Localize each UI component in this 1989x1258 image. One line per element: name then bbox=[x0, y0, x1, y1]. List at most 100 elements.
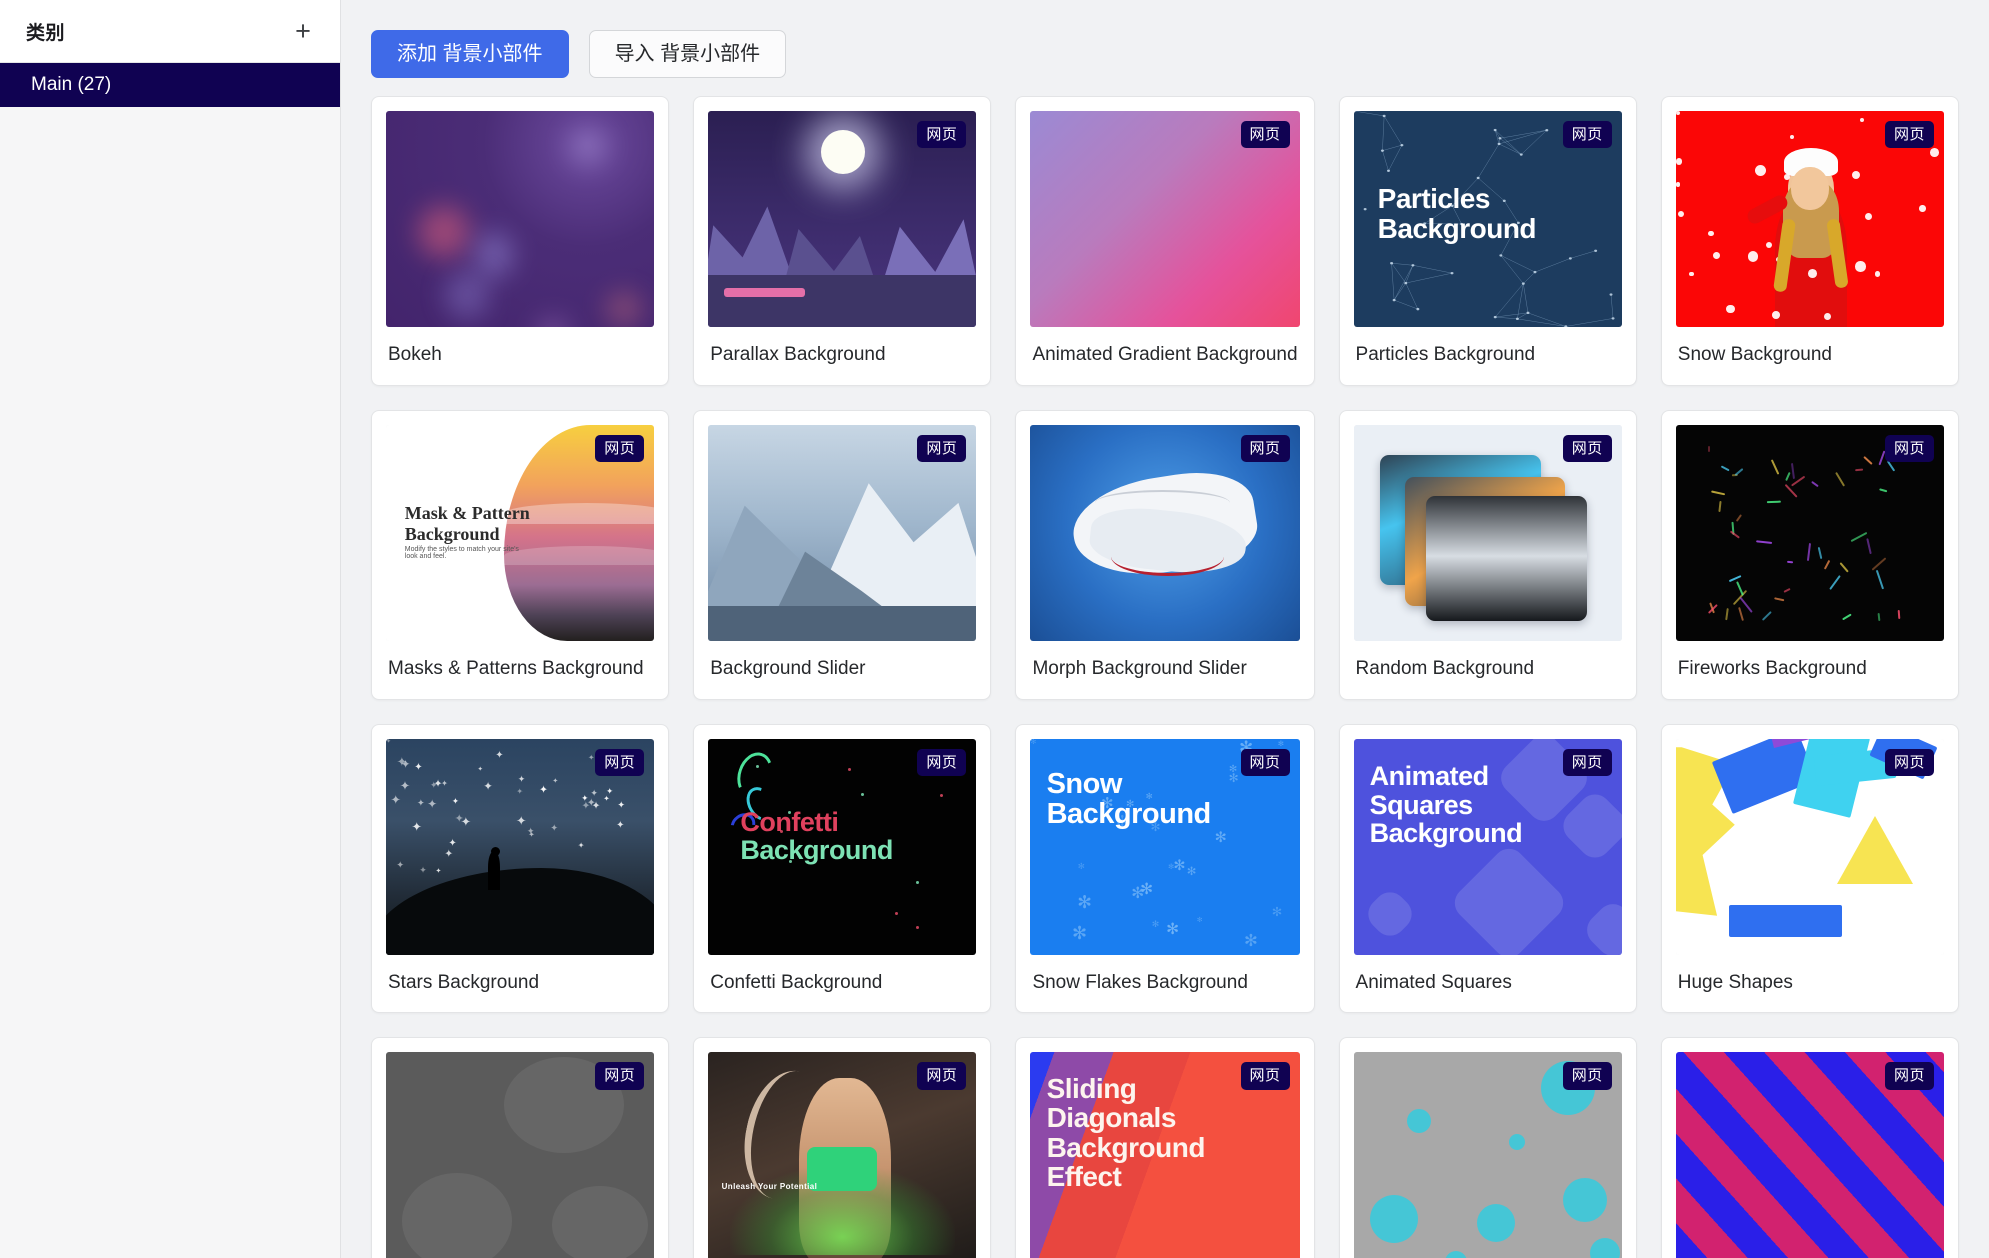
widget-thumbnail: 网页 bbox=[1675, 424, 1944, 641]
widget-card-label: Particles Background bbox=[1355, 344, 1536, 365]
toolbar: 添加 背景小部件 导入 背景小部件 bbox=[341, 0, 1989, 96]
web-page-badge: 网页 bbox=[917, 121, 967, 149]
widget-card[interactable]: SlidingDiagonalsBackgroundEffect网页Slidin… bbox=[1015, 1037, 1315, 1258]
web-page-badge: 网页 bbox=[1240, 434, 1290, 463]
web-page-badge: 网页 bbox=[1562, 121, 1612, 149]
web-page-badge: 网页 bbox=[595, 1062, 645, 1090]
widget-card-label: Animated Squares bbox=[1355, 971, 1512, 993]
widget-thumbnail: 网页 bbox=[1030, 424, 1300, 641]
category-sidebar: 类别 + Main (27) bbox=[0, 0, 341, 1258]
thumbnail-headline-line: Background bbox=[740, 835, 893, 866]
widget-thumbnail: 网页 bbox=[1675, 738, 1944, 955]
widget-card-label: Parallax Background bbox=[710, 344, 886, 365]
widget-thumbnail: 网页 bbox=[1675, 111, 1944, 327]
thumbnail-headline-line: Background bbox=[1369, 818, 1523, 849]
widget-card[interactable]: 网页Moving Stripes bbox=[1660, 1037, 1959, 1258]
widget-card-label: Masks & Patterns Background bbox=[388, 657, 644, 679]
thumbnail-headline: Sliding Diagonals Background Effect bbox=[1046, 1074, 1206, 1193]
widget-card[interactable]: Unleash Your Potential网页Smoke Background… bbox=[693, 1037, 992, 1258]
thumbnail-headline-line: Squares bbox=[1369, 789, 1474, 820]
widget-card-label: Fireworks Background bbox=[1677, 657, 1867, 679]
web-page-badge: 网页 bbox=[917, 1062, 967, 1090]
widget-thumbnail: 网页 bbox=[708, 424, 977, 641]
web-page-badge: 网页 bbox=[1240, 121, 1290, 149]
widget-thumbnail: ✦ ✦ ✦ ✦ ✦ ✦ ✦ ✦ ✦ ✦ ✦ ✦ ✦ ✦ ✦ ✦ ✦ ✦ ✦ ✦ ✦ ✦ ✦ ✦ ✦ ✦ ✦ ✦ ✦ ✦ ✦ ✦ ✦ ✦ ✦ ✦ ✦ ✦ ✦ ✦… bbox=[386, 738, 655, 955]
widget-thumbnail: 网页 bbox=[1353, 1052, 1622, 1258]
widget-card[interactable]: 网页Bubble Float bbox=[1338, 1037, 1637, 1258]
widget-card[interactable]: Bokeh bbox=[371, 96, 670, 386]
sidebar-header: 类别 + bbox=[0, 0, 340, 63]
widget-thumbnail: 网页 bbox=[386, 1052, 655, 1258]
widget-card[interactable]: 网页 Huge Shapes bbox=[1660, 723, 1959, 1014]
thumbnail-headline-line: Effect bbox=[1046, 1161, 1122, 1193]
widget-card[interactable]: 网页 Background Slider bbox=[693, 409, 992, 700]
web-page-badge: 网页 bbox=[1562, 748, 1612, 776]
widget-card[interactable]: 网页 Fireworks Background bbox=[1660, 409, 1959, 700]
widget-card-label: Snow Flakes Background bbox=[1032, 971, 1248, 993]
widget-thumbnail bbox=[386, 111, 655, 327]
add-widget-button[interactable]: 添加 背景小部件 bbox=[371, 30, 569, 78]
sidebar-item-label: Main (27) bbox=[31, 74, 112, 95]
main-panel: 添加 背景小部件 导入 背景小部件 Bokeh 网页 Parallax Backgr… bbox=[341, 0, 1989, 1258]
widget-card-label: Animated Gradient Background bbox=[1032, 344, 1298, 365]
widget-card-label: Morph Background Slider bbox=[1032, 657, 1247, 679]
web-page-badge: 网页 bbox=[917, 434, 967, 463]
widget-card[interactable]: 网页 Animated Gradient Background bbox=[1015, 96, 1315, 386]
widget-card[interactable]: ✻✻✻✻✻✻✻✻✻✻✻✻✻✻✻✻✻✻✻✻✻✻✻✻✻✻SnowBackground… bbox=[1015, 723, 1315, 1014]
widget-thumbnail: Confetti Background 网页 bbox=[708, 738, 977, 955]
widget-card[interactable]: Mask & Pattern Background Modify the style… bbox=[371, 409, 670, 700]
widget-thumbnail: Animated Squares Background 网页 bbox=[1353, 738, 1622, 955]
thumbnail-headline-line: Snow bbox=[1046, 767, 1123, 800]
import-widget-button[interactable]: 导入 背景小部件 bbox=[588, 30, 787, 78]
app-root: 类别 + Main (27) 添加 背景小部件 导入 背景小部件 Bokeh 网页… bbox=[0, 0, 1989, 1258]
thumbnail-headline-line: Background bbox=[1046, 1131, 1206, 1163]
widget-card[interactable]: Particles Background 网页 Particles Backgroun… bbox=[1338, 96, 1637, 386]
widget-thumbnail: 网页 bbox=[1675, 1052, 1944, 1258]
widget-thumbnail: Particles Background 网页 bbox=[1353, 111, 1622, 327]
widget-grid: Bokeh 网页 Parallax Background 网页 Animated Gra… bbox=[371, 96, 1959, 1258]
category-list: Main (27) bbox=[0, 63, 340, 107]
widget-card[interactable]: 网页 Parallax Background bbox=[693, 96, 992, 386]
widget-card[interactable]: Confetti Background 网页 Confetti Background bbox=[693, 723, 992, 1014]
widget-card[interactable]: 网页 Random Background bbox=[1338, 409, 1637, 700]
thumbnail-headline-line: Diagonals bbox=[1046, 1102, 1177, 1134]
web-page-badge: 网页 bbox=[1562, 1062, 1612, 1090]
widget-thumbnail: 网页 bbox=[708, 111, 977, 327]
widget-thumbnail: Sliding Diagonals Background Effect 网页 bbox=[1030, 1052, 1300, 1258]
sidebar-item-main[interactable]: Main (27) bbox=[0, 63, 340, 107]
web-page-badge: 网页 bbox=[1884, 434, 1934, 463]
sidebar-title: 类别 bbox=[26, 22, 66, 44]
widget-thumbnail: 网页 bbox=[1030, 111, 1300, 327]
widget-thumbnail: 网页 bbox=[1353, 424, 1622, 641]
widget-card-label: Snow Background bbox=[1677, 344, 1832, 365]
widget-card[interactable]: 网页 Snow Background bbox=[1660, 96, 1959, 386]
thumbnail-headline-line: Particles bbox=[1377, 183, 1491, 215]
widget-card[interactable]: ✦ ✦ ✦ ✦ ✦ ✦ ✦ ✦ ✦ ✦ ✦ ✦ ✦ ✦ ✦ ✦ ✦ ✦ ✦ ✦ ✦ ✦ ✦ ✦ ✦ ✦ ✦ ✦ ✦ ✦ ✦ ✦ ✦ ✦ ✦ ✦ ✦ ✦ ✦ ✦… bbox=[371, 723, 670, 1014]
widget-thumbnail: ✻✻✻✻✻✻✻✻✻✻✻✻✻✻✻✻✻✻✻✻✻✻✻✻✻✻SnowBackground… bbox=[1030, 738, 1300, 955]
widget-thumbnail: Mask & Pattern Background Modify the style… bbox=[386, 424, 655, 641]
widget-card-label: Huge Shapes bbox=[1677, 971, 1793, 993]
widget-card[interactable]: Animated Squares Background 网页 Animated Squa… bbox=[1338, 723, 1637, 1014]
thumbnail-headline-line: Background bbox=[1377, 212, 1537, 244]
widget-thumbnail: Unleash Your Potential 网页 bbox=[708, 1052, 977, 1258]
thumbnail-headline: Animated Squares Background bbox=[1370, 762, 1523, 847]
sidebar-empty-area bbox=[0, 107, 340, 1258]
widget-card-label: Stars Background bbox=[388, 971, 540, 993]
widget-card[interactable]: 网页Blob Animation bbox=[371, 1037, 670, 1258]
thumbnail-headline: Particles Background bbox=[1377, 183, 1537, 244]
widget-thumbnail-art bbox=[386, 111, 655, 327]
thumbnail-headline: Confetti Background bbox=[740, 806, 893, 866]
web-page-badge: 网页 bbox=[595, 434, 645, 463]
web-page-badge: 网页 bbox=[1562, 434, 1612, 463]
web-page-badge: 网页 bbox=[1884, 748, 1934, 776]
widget-card[interactable]: 网页 Morph Background Slider bbox=[1015, 409, 1315, 700]
widget-grid-scroll[interactable]: Bokeh 网页 Parallax Background 网页 Animated Gra… bbox=[341, 96, 1989, 1258]
thumbnail-headline-line: Animated bbox=[1369, 761, 1490, 792]
widget-card-label: Confetti Background bbox=[710, 971, 883, 993]
thumbnail-headline-line: Confetti bbox=[740, 806, 839, 837]
plus-icon[interactable]: + bbox=[288, 16, 318, 46]
web-page-badge: 网页 bbox=[595, 748, 645, 776]
widget-card-label: Bokeh bbox=[388, 344, 442, 365]
web-page-badge: 网页 bbox=[1884, 121, 1934, 149]
widget-card-label: Random Background bbox=[1355, 657, 1535, 679]
